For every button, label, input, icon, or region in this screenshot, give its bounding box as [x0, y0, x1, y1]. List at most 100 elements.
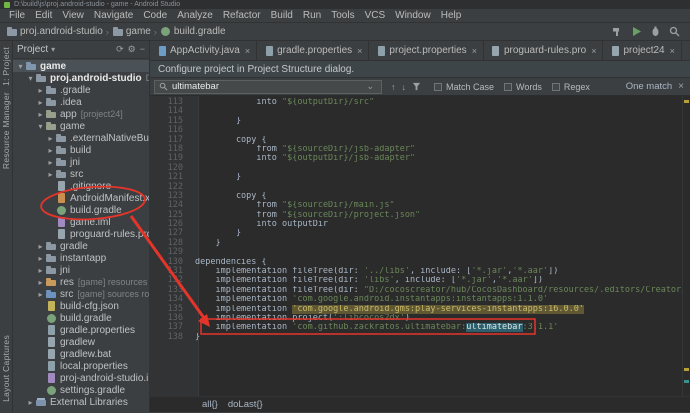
tree-row[interactable]: proguard-rules.pro	[13, 228, 149, 240]
tool-window-button[interactable]: Resource Manager	[1, 92, 12, 169]
close-search-icon[interactable]: ×	[678, 81, 684, 92]
search-everywhere-icon[interactable]	[669, 26, 680, 37]
breadcrumb-item[interactable]: game	[112, 26, 151, 37]
prev-match-icon[interactable]: ↑	[391, 82, 396, 92]
tree-row[interactable]: ▾ game	[13, 60, 149, 72]
gear-icon[interactable]: ⚙	[128, 44, 136, 55]
next-match-icon[interactable]: ↓	[402, 82, 407, 92]
tree-row[interactable]: game.iml	[13, 216, 149, 228]
editor-tab[interactable]: project.properties ×	[369, 41, 484, 60]
close-icon[interactable]: ×	[670, 46, 675, 56]
tool-window-button[interactable]: 1: Project	[1, 47, 12, 86]
tree-row[interactable]: build.gradle	[13, 312, 149, 324]
debug-icon[interactable]	[650, 26, 661, 37]
tree-arrow-icon[interactable]: ▸	[36, 98, 45, 107]
menu-item[interactable]: Run	[298, 10, 326, 21]
tree-arrow-icon[interactable]: ▸	[46, 158, 55, 167]
code-line: 113 into "${outputDir}/src"	[150, 97, 682, 107]
code-editor[interactable]: 113 into "${outputDir}/src" 114 115 } 116 11…	[150, 96, 690, 396]
close-icon[interactable]: ×	[245, 46, 250, 56]
tree-arrow-icon[interactable]: ▸	[36, 86, 45, 95]
menu-item[interactable]: File	[4, 10, 30, 21]
tree-row[interactable]: gradlew.bat	[13, 348, 149, 360]
tree-row[interactable]: ▸ jni	[13, 156, 149, 168]
editor-tab[interactable]: proguard-rules.pro ×	[484, 41, 604, 60]
menu-item[interactable]: Edit	[30, 10, 57, 21]
menu-item[interactable]: Help	[436, 10, 467, 21]
tree-row[interactable]: ▸ gradle	[13, 240, 149, 252]
tree-arrow-icon[interactable]: ▸	[46, 134, 55, 143]
close-icon[interactable]: ×	[472, 46, 477, 56]
tree-arrow-icon[interactable]: ▸	[36, 242, 45, 251]
tree-arrow-icon[interactable]: ▸	[46, 146, 55, 155]
menu-item[interactable]: Code	[138, 10, 172, 21]
tool-window-button[interactable]: Layout Captures	[1, 335, 12, 402]
menu-item[interactable]: Build	[266, 10, 298, 21]
tree-arrow-icon[interactable]: ▸	[36, 110, 45, 119]
tree-arrow-icon[interactable]: ▾	[16, 62, 25, 71]
tree-row[interactable]: gradlew	[13, 336, 149, 348]
menu-item[interactable]: View	[57, 10, 89, 21]
chevron-down-icon[interactable]: ▾	[51, 45, 55, 54]
tree-row[interactable]: ▸ External Libraries	[13, 396, 149, 408]
tree-item-label: local.properties	[60, 360, 128, 372]
breadcrumb-scope[interactable]: all{}	[202, 399, 218, 410]
tree-row[interactable]: local.properties	[13, 360, 149, 372]
breadcrumb-item[interactable]: build.gradle	[160, 26, 226, 37]
editor-tab[interactable]: AppActivity.java ×	[150, 41, 258, 60]
tree-row[interactable]: proj-android-studio.iml	[13, 372, 149, 384]
tree-row[interactable]: gradle.properties	[13, 324, 149, 336]
editor-tab[interactable]: gradle.properties ×	[257, 41, 370, 60]
build-hammer-icon[interactable]	[612, 26, 623, 37]
menu-item[interactable]: Analyze	[172, 10, 218, 21]
project-panel-title[interactable]: Project	[17, 44, 48, 55]
tree-row[interactable]: ▸ .gradle	[13, 84, 149, 96]
refresh-icon[interactable]: ⟳	[116, 44, 124, 55]
tree-arrow-icon[interactable]: ▸	[36, 266, 45, 275]
editor-tab[interactable]: proj.android-studio×	[682, 41, 690, 60]
menu-item[interactable]: VCS	[360, 10, 391, 21]
close-icon[interactable]: ×	[591, 46, 596, 56]
search-input[interactable]: ultimatebar ⌄	[154, 79, 382, 94]
tree-arrow-icon[interactable]: ▸	[36, 254, 45, 263]
tree-row[interactable]: ▸ build	[13, 144, 149, 156]
tree-row[interactable]: ▸ .externalNativeBuild	[13, 132, 149, 144]
tree-row[interactable]: ▸ jni	[13, 264, 149, 276]
tree-row[interactable]: ▸ instantapp	[13, 252, 149, 264]
menu-item[interactable]: Navigate	[89, 10, 138, 21]
tree-row[interactable]: ▸ .idea	[13, 96, 149, 108]
tree-arrow-icon[interactable]: ▸	[46, 170, 55, 179]
close-icon[interactable]: ×	[357, 46, 362, 56]
tree-row[interactable]: AndroidManifest.xml	[13, 192, 149, 204]
tree-row[interactable]: ▸ res[game] resources root	[13, 276, 149, 288]
tree-row[interactable]: ▾ game	[13, 120, 149, 132]
tree-row[interactable]: build.gradle	[13, 204, 149, 216]
tree-arrow-icon[interactable]: ▾	[36, 122, 45, 131]
tree-row[interactable]: .gitignore	[13, 180, 149, 192]
hide-panel-icon[interactable]: −	[140, 44, 145, 55]
search-history-icon[interactable]: ⌄	[366, 81, 374, 92]
tree-row[interactable]: ▸ app [project24]	[13, 108, 149, 120]
scrollbar-stripe[interactable]	[682, 96, 690, 396]
breadcrumb-scope[interactable]: doLast{}	[228, 399, 263, 410]
tree-arrow-icon[interactable]: ▸	[36, 290, 45, 299]
tree-row[interactable]: settings.gradle	[13, 384, 149, 396]
menu-item[interactable]: Tools	[326, 10, 359, 21]
breadcrumb-item[interactable]: proj.android-studio	[6, 26, 103, 37]
tree-arrow-icon[interactable]: ▾	[26, 74, 35, 83]
tree-row[interactable]: build-cfg.json	[13, 300, 149, 312]
tree-row[interactable]: ▾ proj.android-studioD:\build\js	[13, 72, 149, 84]
tree-row[interactable]: ▸ src [game] sources root	[13, 288, 149, 300]
tree-arrow-icon[interactable]: ▸	[36, 278, 45, 287]
tree-row[interactable]: ▸ src	[13, 168, 149, 180]
search-option-checkbox[interactable]: Regex	[551, 82, 590, 92]
filter-icon[interactable]	[412, 82, 421, 91]
tree-item-suffix: [game] sources root	[77, 289, 149, 299]
editor-tab[interactable]: project24 ×	[603, 41, 682, 60]
tree-arrow-icon[interactable]: ▸	[26, 398, 35, 407]
run-icon[interactable]	[631, 26, 642, 37]
search-option-checkbox[interactable]: Match Case	[434, 82, 494, 92]
menu-item[interactable]: Window	[390, 10, 436, 21]
search-option-checkbox[interactable]: Words	[504, 82, 542, 92]
menu-item[interactable]: Refactor	[218, 10, 266, 21]
